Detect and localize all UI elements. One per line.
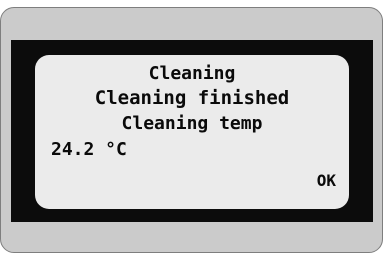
temperature-value: 24.2 °C xyxy=(51,139,127,160)
temperature-label: Cleaning temp xyxy=(121,113,263,134)
ok-button[interactable]: OK xyxy=(317,171,336,191)
status-message: Cleaning finished xyxy=(94,87,290,109)
device-housing: Cleaning Cleaning finished Cleaning temp… xyxy=(0,7,383,253)
lcd-screen: Cleaning Cleaning finished Cleaning temp… xyxy=(35,55,349,209)
display-bezel: Cleaning Cleaning finished Cleaning temp… xyxy=(11,40,373,222)
screen-title: Cleaning xyxy=(148,63,236,84)
